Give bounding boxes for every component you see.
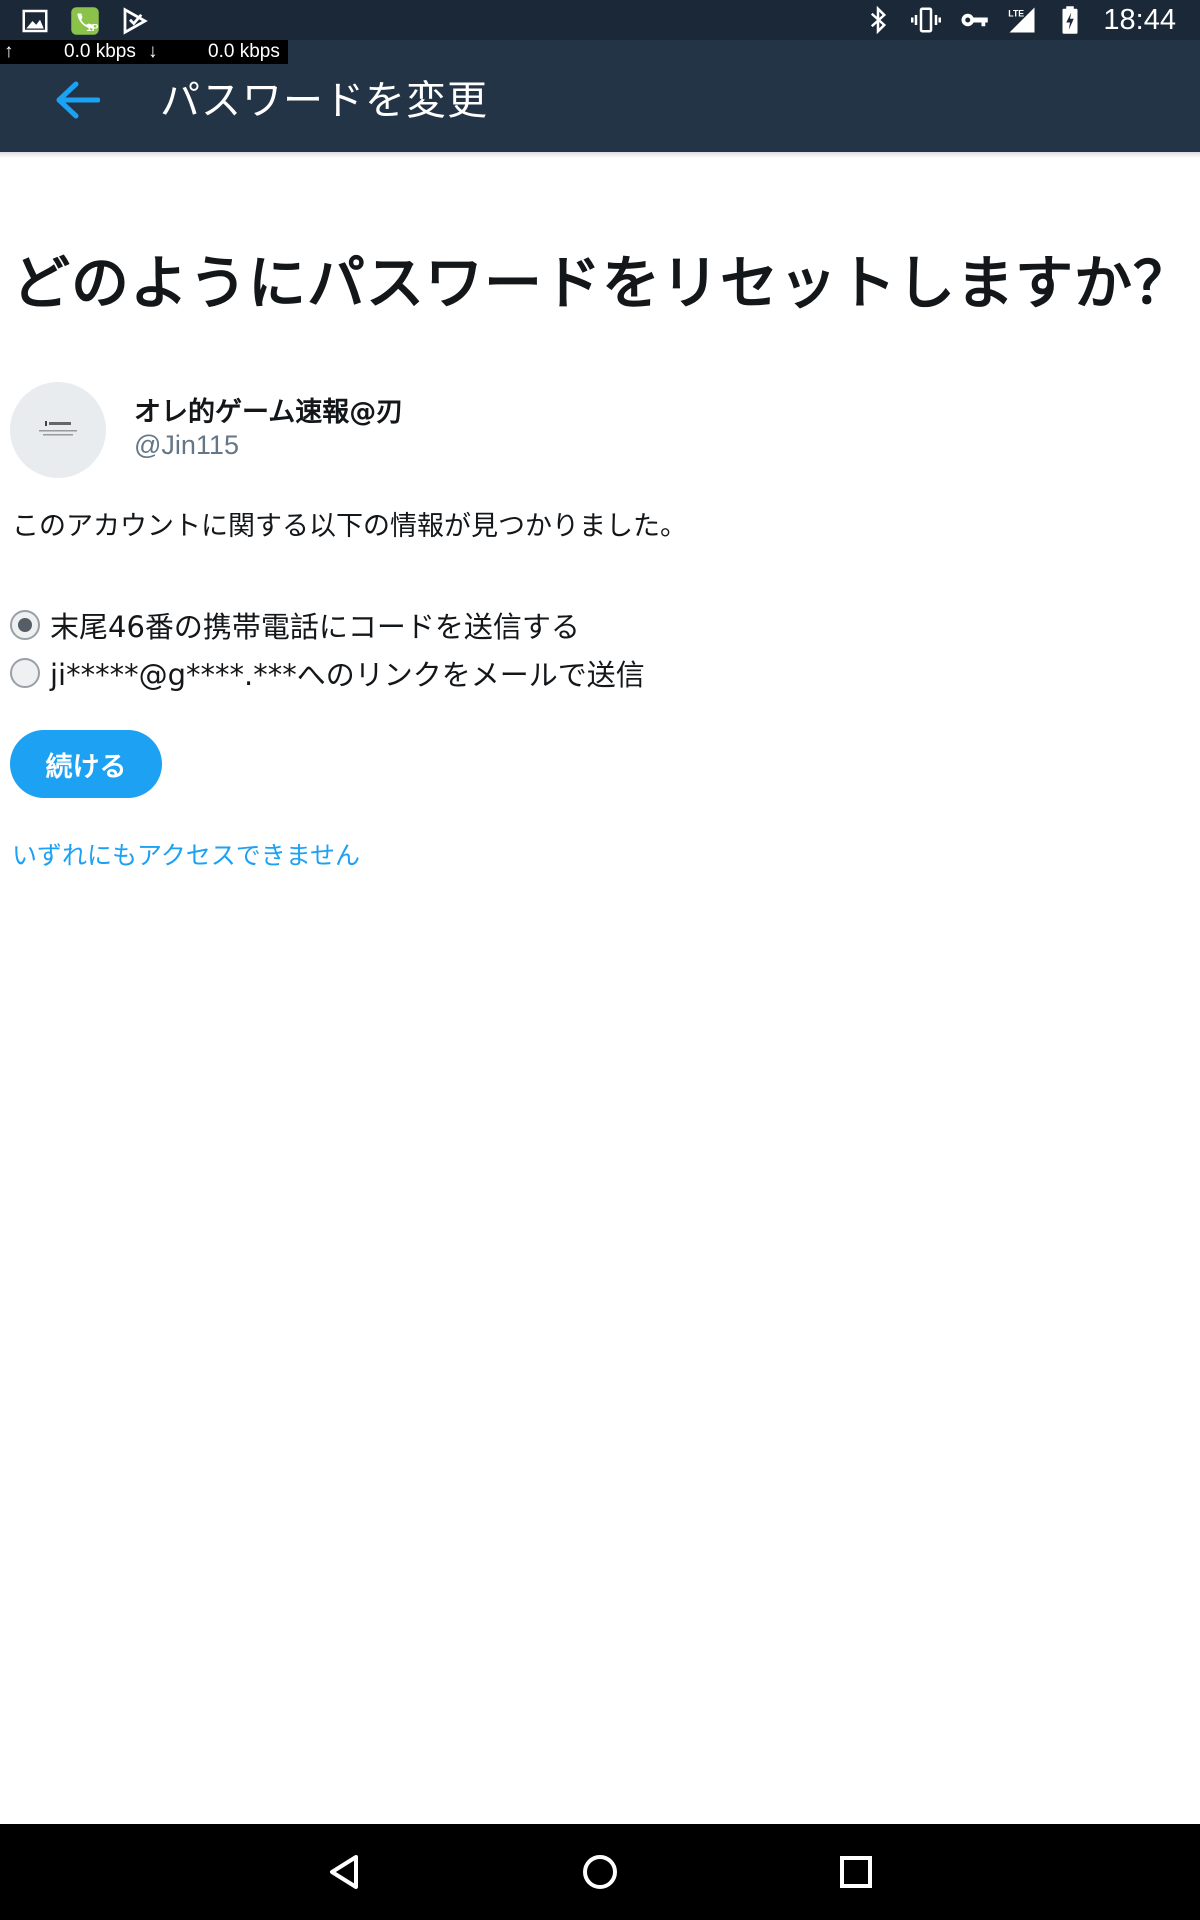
status-time: 18:44 <box>1103 3 1176 36</box>
back-button[interactable] <box>44 58 110 142</box>
nav-recents-button[interactable] <box>828 1844 884 1900</box>
circle-home-icon <box>583 1855 617 1889</box>
triangle-back-icon <box>330 1855 358 1889</box>
call-recording-icon: 1P <box>71 7 99 35</box>
no-access-link[interactable]: いずれにもアクセスできません <box>12 836 360 872</box>
square-recents-icon <box>840 1856 872 1888</box>
network-speed-meter: ↑ 0.0 kbps ↓ 0.0 kbps <box>0 40 288 64</box>
reset-heading: どのようにパスワードをリセットしますか？ <box>12 249 1193 317</box>
radio-button[interactable] <box>10 610 40 640</box>
info-text: このアカウントに関する以下の情報が見つかりました。 <box>12 511 687 542</box>
system-icons: LTE 18:44 <box>863 0 1176 40</box>
notification-icons: 1P <box>20 6 150 36</box>
arrow-back-icon <box>56 81 100 119</box>
option-label: 末尾46番の携帯電話にコードを送信する <box>50 610 580 644</box>
upload-speed: 0.0 kbps <box>64 41 136 62</box>
play-store-icon <box>123 7 148 35</box>
avatar <box>10 382 106 478</box>
option-email-link[interactable]: ji*****@g****.***へのリンクをメールで送信 <box>10 652 645 694</box>
radio-button[interactable] <box>10 658 40 688</box>
status-bar: 1P LTE 18:44 <box>0 0 1200 40</box>
svg-text:1P: 1P <box>86 23 99 34</box>
account-name: オレ的ゲーム速報@刃 <box>134 397 404 428</box>
radio-selected-dot <box>18 618 32 632</box>
lte-signal-icon: LTE <box>1009 7 1035 33</box>
vibrate-icon <box>911 7 942 33</box>
upload-arrow-icon: ↑ <box>4 41 14 62</box>
option-label: ji*****@g****.***へのリンクをメールで送信 <box>50 658 645 692</box>
battery-charging-icon <box>1062 6 1078 34</box>
navigation-bar <box>0 1824 1200 1920</box>
image-icon <box>22 9 48 33</box>
option-sms-code[interactable]: 末尾46番の携帯電話にコードを送信する <box>10 604 580 646</box>
download-speed: 0.0 kbps <box>208 41 280 62</box>
download-arrow-icon: ↓ <box>148 41 158 62</box>
bluetooth-icon <box>871 5 887 35</box>
app-bar-shadow <box>0 152 1200 158</box>
nav-back-button[interactable] <box>316 1844 372 1900</box>
avatar-image <box>39 421 77 436</box>
nav-home-button[interactable] <box>572 1844 628 1900</box>
account-handle: @Jin115 <box>134 430 239 460</box>
page-title: パスワードを変更 <box>160 78 488 124</box>
vpn-key-icon <box>961 13 989 27</box>
continue-button[interactable]: 続ける <box>10 730 162 798</box>
svg-text:LTE: LTE <box>1009 8 1025 18</box>
